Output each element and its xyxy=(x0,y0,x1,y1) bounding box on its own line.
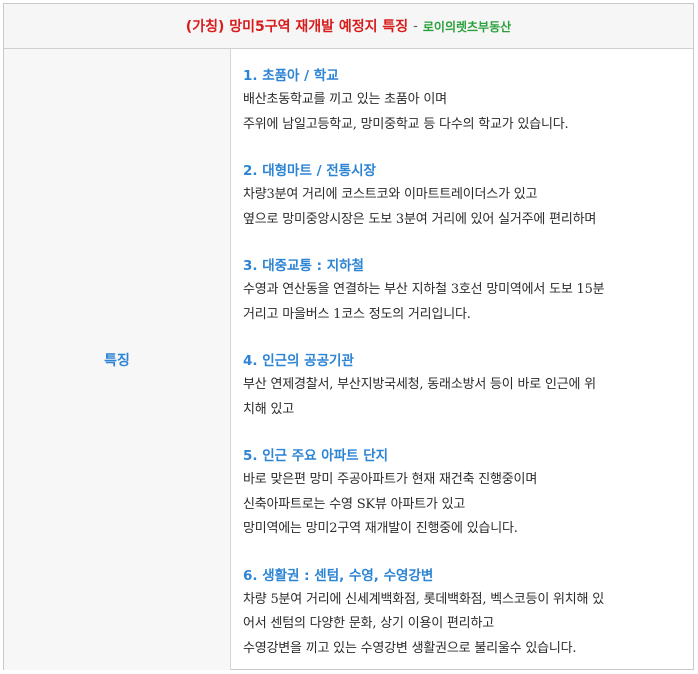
section-title: 3. 대중교통 : 지하철 xyxy=(243,258,364,274)
section-transit: 3. 대중교통 : 지하철 수영과 연산동을 연결하는 부산 지하철 3호선 망… xyxy=(243,254,683,327)
section-line: 치해 있고 xyxy=(243,401,294,417)
section-line: 수영과 연산동을 연결하는 부산 지하철 3호선 망미역에서 도보 15분 xyxy=(243,282,605,297)
feature-table: (가칭) 망미5구역 재개발 예정지 특징 - 로이의렛츠부동산 특징 1. 초… xyxy=(3,3,694,670)
section-market: 2. 대형마트 / 전통시장 차량3분여 거리에 코스트코와 이마트트레이더스가… xyxy=(243,159,683,232)
section-living-area: 6. 생활권 : 센텀, 수영, 수영강변 차량 5분여 거리에 신세계백화점,… xyxy=(243,564,683,662)
section-line: 차량3분여 거리에 코스트코와 이마트트레이더스가 있고 xyxy=(243,187,538,202)
section-line: 어서 센텀의 다양한 문화, 상기 이용이 편리하고 xyxy=(243,616,494,631)
section-line: 옆으로 망미중앙시장은 도보 3분여 거리에 있어 실거주에 편리하며 xyxy=(243,211,597,227)
row-label: 특징 xyxy=(104,352,130,369)
brand-name: 로이의렛츠부동산 xyxy=(422,19,512,34)
section-line: 차량 5분여 거리에 신세계백화점, 롯데백화점, 벡스코등이 위치해 있 xyxy=(243,591,604,607)
page-title: (가칭) 망미5구역 재개발 예정지 특징 xyxy=(185,19,409,35)
section-line: 바로 맞은편 망미 주공아파트가 현재 재건축 진행중이며 xyxy=(243,472,538,487)
section-line: 수영강변을 끼고 있는 수영강변 생활권으로 불리울수 있습니다. xyxy=(243,640,577,656)
section-line: 망미역에는 망미2구역 재개발이 진행중에 있습니다. xyxy=(243,521,518,536)
label-cell: 특징 xyxy=(4,49,231,670)
title-separator: - xyxy=(413,18,418,34)
section-title: 2. 대형마트 / 전통시장 xyxy=(243,163,376,179)
section-line: 신축아파트로는 수영 SK뷰 아파트가 있고 xyxy=(243,496,466,512)
section-line: 배산초동학교를 끼고 있는 초품아 이며 xyxy=(243,92,447,107)
section-line: 부산 연제경찰서, 부산지방국세청, 동래소방서 등이 바로 인근에 위 xyxy=(243,377,596,392)
table-header: (가칭) 망미5구역 재개발 예정지 특징 - 로이의렛츠부동산 xyxy=(4,4,693,49)
content-cell: 1. 초품아 / 학교 배산초동학교를 끼고 있는 초품아 이며 주위에 남일고… xyxy=(231,49,693,670)
section-title: 6. 생활권 : 센텀, 수영, 수영강변 xyxy=(243,567,434,584)
section-line: 주위에 남일고등학교, 망미중학교 등 다수의 학교가 있습니다. xyxy=(243,116,569,132)
section-title: 1. 초품아 / 학교 xyxy=(243,68,339,84)
section-school: 1. 초품아 / 학교 배산초동학교를 끼고 있는 초품아 이며 주위에 남일고… xyxy=(243,64,683,137)
feature-row: 특징 1. 초품아 / 학교 배산초동학교를 끼고 있는 초품아 이며 주위에 … xyxy=(4,49,693,670)
section-title: 4. 인근의 공공기관 xyxy=(243,353,354,369)
section-line: 거리고 마을버스 1코스 정도의 거리입니다. xyxy=(243,306,471,322)
section-title: 5. 인근 주요 아파트 단지 xyxy=(243,448,389,464)
section-public-offices: 4. 인근의 공공기관 부산 연제경찰서, 부산지방국세청, 동래소방서 등이 … xyxy=(243,349,683,422)
section-apartments: 5. 인근 주요 아파트 단지 바로 맞은편 망미 주공아파트가 현재 재건축 … xyxy=(243,444,683,542)
